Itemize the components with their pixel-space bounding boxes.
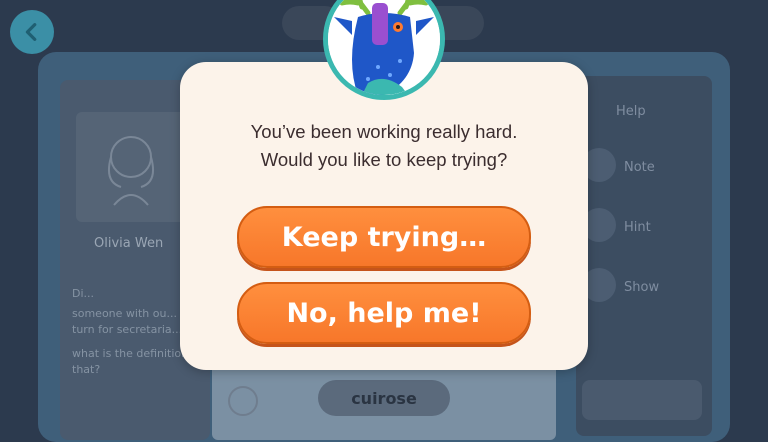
dialog-message-line1: You’ve been working really hard.	[250, 121, 518, 142]
undo-icon[interactable]	[228, 386, 258, 416]
back-button[interactable]	[10, 10, 54, 54]
deer-mascot-icon	[328, 0, 440, 95]
student-name: Olivia Wen	[94, 236, 164, 251]
dialog-message: You’ve been working really hard. Would y…	[180, 118, 588, 174]
definition-label: Di...	[72, 287, 95, 300]
answer-word[interactable]: cuirose	[318, 380, 450, 416]
sidebar-item-hint: Hint	[624, 220, 651, 235]
sidebar-footer	[582, 380, 702, 420]
portrait-image	[76, 112, 186, 222]
sidebar-title: Help	[616, 104, 646, 119]
sidebar-item-show: Show	[624, 280, 660, 295]
help-me-button[interactable]: No, help me!	[237, 282, 531, 344]
chevron-left-icon	[25, 23, 37, 41]
definition-text: someone with ou... turn for secretaria..…	[72, 307, 183, 336]
keep-trying-button[interactable]: Keep trying…	[237, 206, 531, 268]
sidebar-item-note: Note	[624, 160, 655, 175]
dialog-message-line2: Would you like to keep trying?	[260, 149, 508, 170]
question-text: what is the definition that?	[72, 347, 189, 376]
person-icon	[108, 136, 154, 206]
